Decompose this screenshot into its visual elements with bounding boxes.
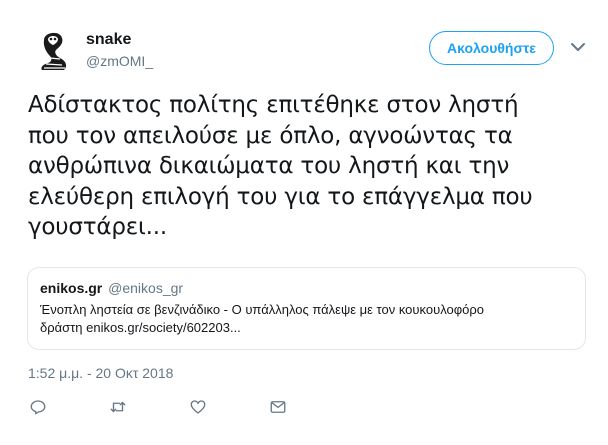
quoted-tweet-header: enikos.gr @enikos_gr bbox=[40, 279, 573, 297]
tweet-timestamp[interactable]: 1:52 μ.μ. - 20 Οκτ 2018 bbox=[28, 364, 173, 382]
reply-icon[interactable] bbox=[28, 397, 48, 417]
quoted-author-handle: @enikos_gr bbox=[108, 280, 184, 296]
author-block: snake @zmOMI_ bbox=[86, 30, 153, 70]
chevron-down-icon[interactable] bbox=[570, 40, 586, 54]
quoted-tweet-text: Ένοπλη ληστεία σε βενζινάδικο - Ο υπάλλη… bbox=[40, 302, 485, 335]
retweet-icon[interactable] bbox=[108, 397, 128, 417]
like-icon[interactable] bbox=[188, 397, 208, 417]
author-handle[interactable]: @zmOMI_ bbox=[86, 52, 153, 70]
follow-button[interactable]: Ακολουθήστε bbox=[429, 31, 554, 65]
quoted-tweet-card[interactable]: enikos.gr @enikos_gr Ένοπλη ληστεία σε β… bbox=[27, 267, 586, 350]
tweet: snake @zmOMI_ Ακολουθήστε Αδίστακτος πολ… bbox=[0, 0, 608, 445]
avatar[interactable] bbox=[30, 26, 78, 74]
tweet-text: Αδίστακτος πολίτης επιτέθηκε στον ληστή … bbox=[28, 92, 533, 240]
quoted-author-name: enikos.gr bbox=[40, 280, 103, 296]
author-display-name[interactable]: snake bbox=[86, 30, 153, 50]
direct-message-icon[interactable] bbox=[268, 397, 288, 417]
cobra-icon bbox=[30, 26, 78, 74]
